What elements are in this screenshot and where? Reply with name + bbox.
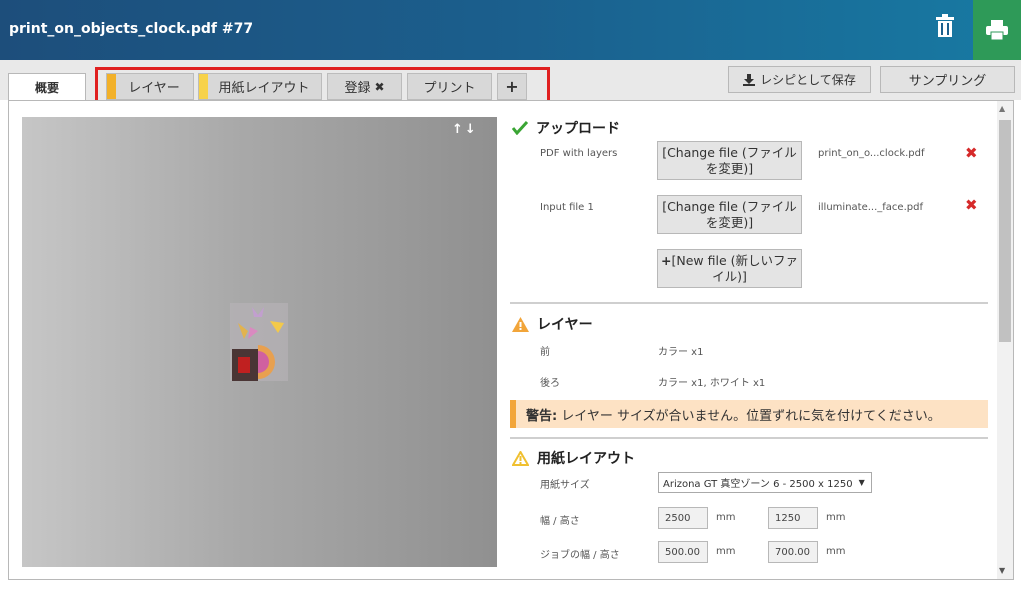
warning-text: レイヤー サイズが合いません。位置ずれに気を付けてください。 <box>561 408 941 424</box>
back-value: カラー x1, ホワイト x1 <box>658 378 766 389</box>
job-height-input[interactable]: 700.00 <box>768 541 818 563</box>
window-title: print_on_objects_clock.pdf #77 <box>9 21 254 37</box>
pdf-file-name: print_on_o...clock.pdf <box>818 148 925 159</box>
tab-paper-layout[interactable]: 用紙レイアウト <box>198 73 322 100</box>
layer-size-warning: 警告: レイヤー サイズが合いません。位置ずれに気を付けてください。 <box>510 400 988 428</box>
paper-layout-title: 用紙レイアウト <box>537 451 635 467</box>
save-recipe-button[interactable]: レシピとして保存 <box>728 66 871 93</box>
paper-size-label: 用紙サイズ <box>540 480 590 491</box>
section-divider <box>510 302 988 304</box>
input-file-label: Input file 1 <box>540 202 594 213</box>
preview-thumbnail <box>230 303 288 381</box>
tab-layers[interactable]: レイヤー <box>106 73 194 100</box>
warning-outline-icon <box>512 450 529 466</box>
width-height-label: 幅 / 高さ <box>540 516 580 527</box>
unit-label: mm <box>826 546 846 557</box>
paper-height-input[interactable]: 1250 <box>768 507 818 529</box>
pdf-with-layers-label: PDF with layers <box>540 148 618 159</box>
front-label: 前 <box>540 347 550 358</box>
input-file-name: illuminate..._face.pdf <box>818 202 923 213</box>
check-icon <box>512 121 528 135</box>
tab-label: 用紙レイアウト <box>218 81 310 96</box>
tab-label: 登録 <box>344 81 371 96</box>
remove-file-icon[interactable]: ✖ <box>965 144 978 162</box>
tab-register[interactable]: 登録 ✖ <box>327 73 402 100</box>
save-recipe-label: レシピとして保存 <box>760 73 856 87</box>
upload-title: アップロード <box>536 121 620 137</box>
tab-label: プリント <box>423 81 476 96</box>
scrollbar-thumb[interactable] <box>999 120 1011 342</box>
tab-label: レイヤー <box>128 81 180 96</box>
scroll-down-icon[interactable]: ▼ <box>999 566 1005 575</box>
tab-accent <box>107 74 116 99</box>
job-width-input[interactable]: 500.00 <box>658 541 708 563</box>
plus-icon: + <box>505 77 519 96</box>
change-input-file-button[interactable]: [Change file (ファイルを変更)] <box>657 195 802 234</box>
printer-icon[interactable] <box>973 0 1021 60</box>
upload-section-header: アップロード <box>512 118 620 138</box>
job-width-height-label: ジョブの幅 / 高さ <box>540 550 620 561</box>
new-file-button[interactable]: +[New file (新しいファイル)] <box>657 249 802 288</box>
paper-size-value: Arizona GT 真空ゾーン 6 - 2500 x 1250 <box>663 479 853 490</box>
layers-section-header: レイヤー <box>512 314 593 334</box>
layers-title: レイヤー <box>537 317 593 333</box>
dropdown-arrow-icon: ▼ <box>858 478 865 487</box>
back-label: 後ろ <box>540 378 560 389</box>
section-divider <box>510 437 988 439</box>
paper-size-select[interactable]: Arizona GT 真空ゾーン 6 - 2500 x 1250 ▼ <box>658 472 872 493</box>
change-file-button[interactable]: [Change file (ファイルを変更)] <box>657 141 802 180</box>
unit-label: mm <box>826 512 846 523</box>
add-tab-button[interactable]: + <box>497 73 527 100</box>
plus-icon: + <box>661 253 672 268</box>
tab-print[interactable]: プリント <box>407 73 492 100</box>
title-bar: print_on_objects_clock.pdf #77 <box>0 0 1021 60</box>
sampling-button[interactable]: サンプリング <box>880 66 1015 93</box>
close-icon[interactable]: ✖ <box>374 80 384 94</box>
tab-accent <box>199 74 208 99</box>
front-value: カラー x1 <box>658 347 704 358</box>
download-icon <box>743 73 756 86</box>
unit-label: mm <box>716 546 736 557</box>
tab-overview[interactable]: 概要 <box>8 73 86 101</box>
warning-bold: 警告: <box>526 408 558 424</box>
trash-icon[interactable] <box>930 11 960 41</box>
up-down-arrows-icon[interactable]: ↑↓ <box>452 122 478 137</box>
remove-input-file-icon[interactable]: ✖ <box>965 196 978 214</box>
scroll-up-icon[interactable]: ▲ <box>999 104 1005 113</box>
warning-icon <box>512 316 529 332</box>
unit-label: mm <box>716 512 736 523</box>
new-file-label: [New file (新しいファイル)] <box>671 253 798 284</box>
paper-layout-section-header: 用紙レイアウト <box>512 448 635 468</box>
paper-width-input[interactable]: 2500 <box>658 507 708 529</box>
